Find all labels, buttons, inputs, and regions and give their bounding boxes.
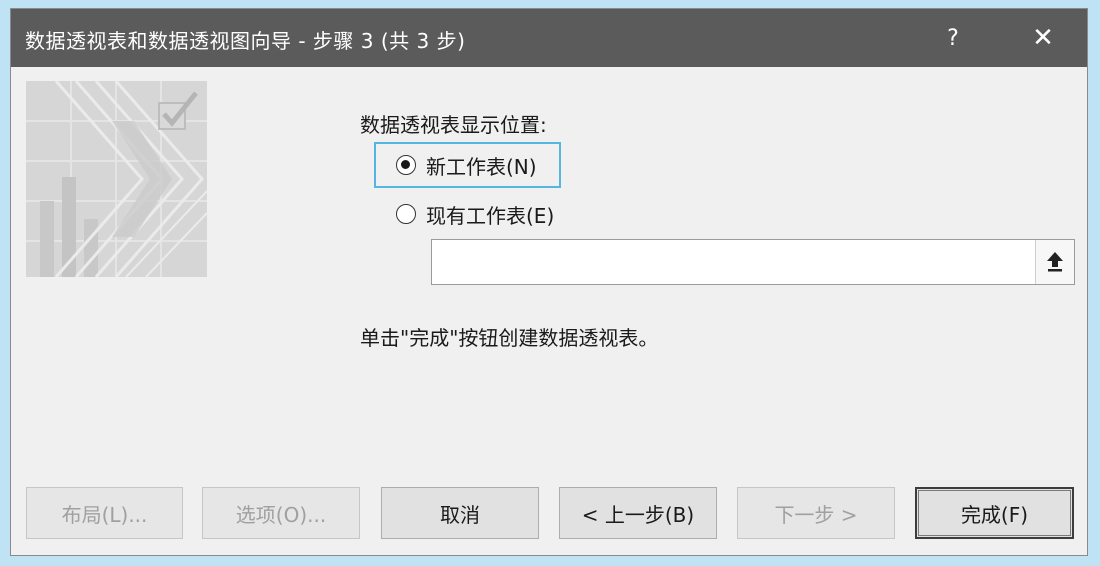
new-worksheet-option[interactable]: 新工作表(N) — [374, 142, 561, 188]
collapse-dialog-icon — [1047, 252, 1063, 272]
existing-worksheet-label: 现有工作表(E) — [426, 203, 555, 228]
instruction-text: 单击"完成"按钮创建数据透视表。 — [360, 326, 659, 350]
finish-button[interactable]: 完成(F) — [915, 487, 1074, 539]
pivot-wizard-dialog: 数据透视表和数据透视图向导 - 步骤 3 (共 3 步) ? ✕ 数据透视表显示… — [10, 8, 1088, 556]
options-button[interactable]: 选项(O)... — [202, 487, 360, 539]
existing-worksheet-option[interactable]: 现有工作表(E) — [396, 199, 554, 229]
existing-worksheet-radio[interactable] — [396, 204, 416, 224]
next-button[interactable]: 下一步 > — [737, 487, 895, 539]
close-icon: ✕ — [1032, 23, 1054, 53]
layout-button[interactable]: 布局(L)... — [26, 487, 183, 539]
location-range-field — [431, 239, 1075, 285]
collapse-dialog-button[interactable] — [1035, 240, 1074, 284]
window-title: 数据透视表和数据透视图向导 - 步骤 3 (共 3 步) — [25, 29, 466, 53]
back-button[interactable]: < 上一步(B) — [559, 487, 717, 539]
wizard-content: 数据透视表显示位置: 新工作表(N) 现有工作表(E) 单击"完成"按钮创建数据… — [11, 67, 1087, 555]
new-worksheet-label: 新工作表(N) — [426, 154, 537, 179]
help-icon: ? — [947, 25, 959, 51]
close-button[interactable]: ✕ — [1015, 9, 1071, 67]
location-range-input[interactable] — [432, 240, 1034, 284]
cancel-button[interactable]: 取消 — [381, 487, 539, 539]
title-bar[interactable]: 数据透视表和数据透视图向导 - 步骤 3 (共 3 步) ? ✕ — [11, 9, 1087, 67]
help-button[interactable]: ? — [925, 9, 981, 67]
new-worksheet-radio[interactable] — [396, 155, 416, 175]
location-label: 数据透视表显示位置: — [360, 113, 547, 137]
